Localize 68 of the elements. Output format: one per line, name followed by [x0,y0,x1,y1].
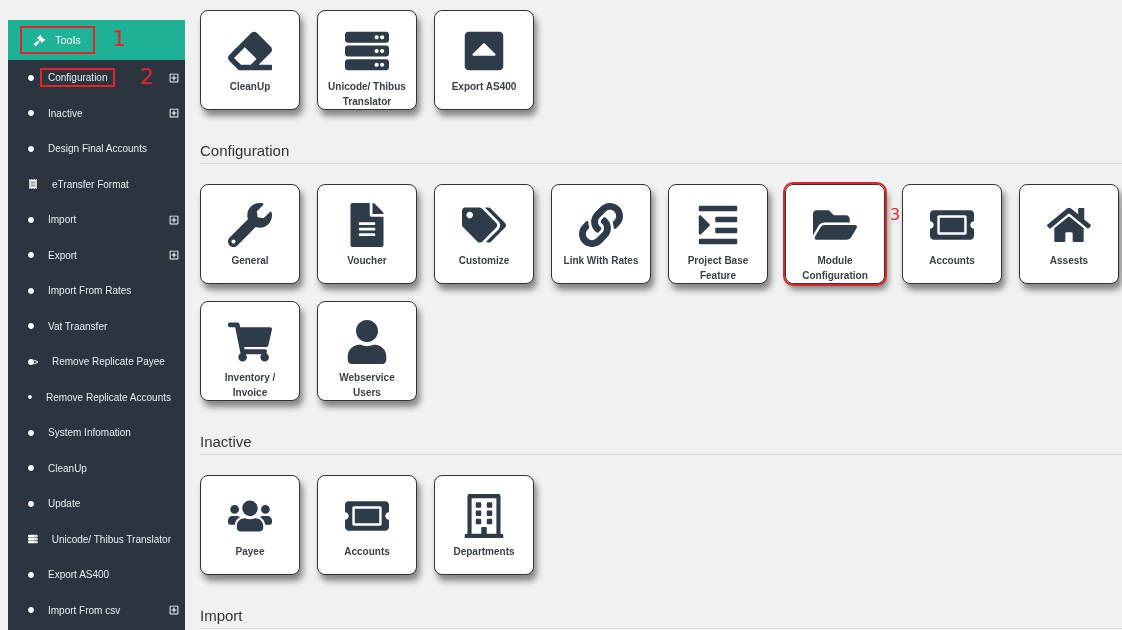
bullet-icon [28,607,34,614]
link-icon [579,203,623,247]
expand-icon[interactable] [169,72,179,83]
tile-button[interactable]: Accounts [317,475,417,575]
sidebar-item[interactable]: Configuration 2 [8,60,185,96]
bullet-icon [28,252,34,259]
bullet-arrow-icon [28,358,38,365]
wrench-icon [228,203,272,247]
indent-icon [696,203,740,247]
expand-icon[interactable] [169,214,179,225]
eraser-icon [228,29,272,73]
upload-icon [462,29,506,73]
sidebar-item[interactable]: Design Final Accounts [8,131,185,167]
tile-button[interactable]: Inventory / Invoice [200,301,300,401]
bullet-icon [28,394,32,401]
sidebar-item[interactable]: Inactive [8,95,185,131]
sidebar-item[interactable]: Update [8,486,185,522]
tile-button[interactable]: Link With Rates [551,184,651,284]
sidebar-item[interactable]: Unicode/ Thibus Translator [8,521,185,557]
tile-button[interactable]: CleanUp [200,10,300,110]
bullet-icon [28,465,34,472]
sidebar-item[interactable]: Import From csv [8,592,185,628]
receipt-icon [28,179,38,190]
expand-icon[interactable] [169,250,179,261]
bullet-icon [28,500,34,507]
expand-icon[interactable] [169,108,179,119]
sidebar-item[interactable]: Remove Replicate Accounts [8,379,185,415]
tile-button[interactable]: Unicode/ Thibus Translator [317,10,417,110]
sidebar-item[interactable]: Import [8,202,185,238]
sidebar-item[interactable]: Vat Traansfer [8,308,185,344]
sidebar-item[interactable]: eTransfer Format [8,166,185,202]
annotation-number: 3 [890,205,901,224]
building-icon [462,494,506,538]
server-icon [28,534,38,545]
expand-icon[interactable] [169,605,179,616]
sidebar-item[interactable]: System Infomation [8,415,185,451]
annotation-number: 1 [112,26,126,51]
tile-button[interactable]: Accounts [902,184,1002,284]
bullet-icon [28,74,34,81]
annotation-number: 2 [140,64,154,89]
sidebar-item[interactable]: CleanUp [8,450,185,486]
cart-icon [228,320,272,364]
bullet-icon [28,571,34,578]
bullet-icon [28,429,34,436]
tile-button[interactable]: Webservice Users [317,301,417,401]
bullet-icon [28,110,34,117]
tile-button[interactable]: Customize [434,184,534,284]
section-title: Inactive [200,423,1122,455]
tile-button[interactable]: Export AS400 [434,10,534,110]
section-title: Configuration [200,132,1122,164]
sidebar-item[interactable]: Import From Rates [8,273,185,309]
user-icon [345,320,389,364]
server-icon [345,29,389,73]
sidebar-item[interactable]: Remove Replicate Payee [8,344,185,380]
tile-button[interactable]: Voucher [317,184,417,284]
tile-button[interactable]: Assests [1019,184,1119,284]
tile-button[interactable]: General [200,184,300,284]
sidebar-item[interactable]: Export AS400 [8,557,185,593]
bullet-icon [28,145,34,152]
tile-button[interactable]: Project Base Feature [668,184,768,284]
section-title: Import [200,597,1122,629]
gavel-icon [34,34,45,46]
bullet-icon [28,323,34,330]
tile-button[interactable]: Departments [434,475,534,575]
bullet-icon [28,287,34,294]
tile-button[interactable]: Payee [200,475,300,575]
sidebar-item[interactable]: Export [8,237,185,273]
bullet-icon [28,216,34,223]
